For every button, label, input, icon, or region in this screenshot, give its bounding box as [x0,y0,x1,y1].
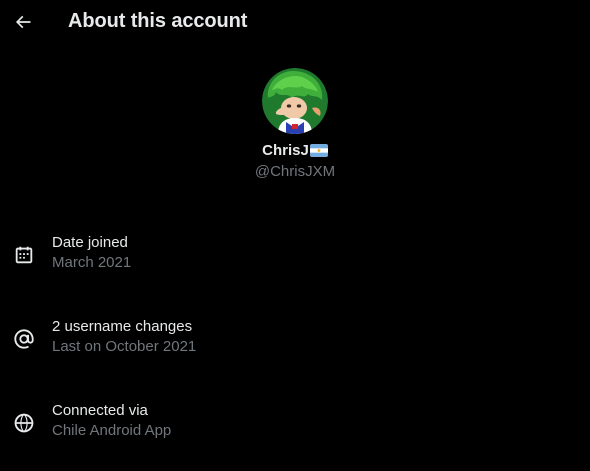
name-row: ChrisJ [0,142,590,159]
page-title: About this account [68,10,248,32]
globe-icon [14,413,34,433]
info-value: March 2021 [52,254,132,271]
avatar-image [262,68,328,134]
info-label: Date joined [52,234,128,251]
username-handle: @ChrisJXM [254,163,336,180]
calendar-icon [15,246,33,264]
info-item-username-changes: 2 username changes Last on October 2021 [0,318,590,362]
back-button[interactable] [8,6,38,38]
info-value: Last on October 2021 [52,338,197,355]
info-value: Chile Android App [52,422,172,439]
about-account-page: About this account ChrisJ @ChrisJXM Date… [0,0,590,471]
info-item-date-joined: Date joined March 2021 [0,234,590,278]
info-label: 2 username changes [52,318,193,335]
arrow-left-icon [15,15,31,29]
avatar[interactable] [262,68,328,134]
profile-summary: ChrisJ @ChrisJXM [0,68,590,180]
info-label: Connected via [52,402,148,419]
at-sign-icon [14,329,34,349]
header: About this account [0,0,590,46]
info-item-connected-via: Connected via Chile Android App [0,402,590,446]
argentina-flag-icon [309,144,328,157]
display-name: ChrisJ [262,142,309,159]
